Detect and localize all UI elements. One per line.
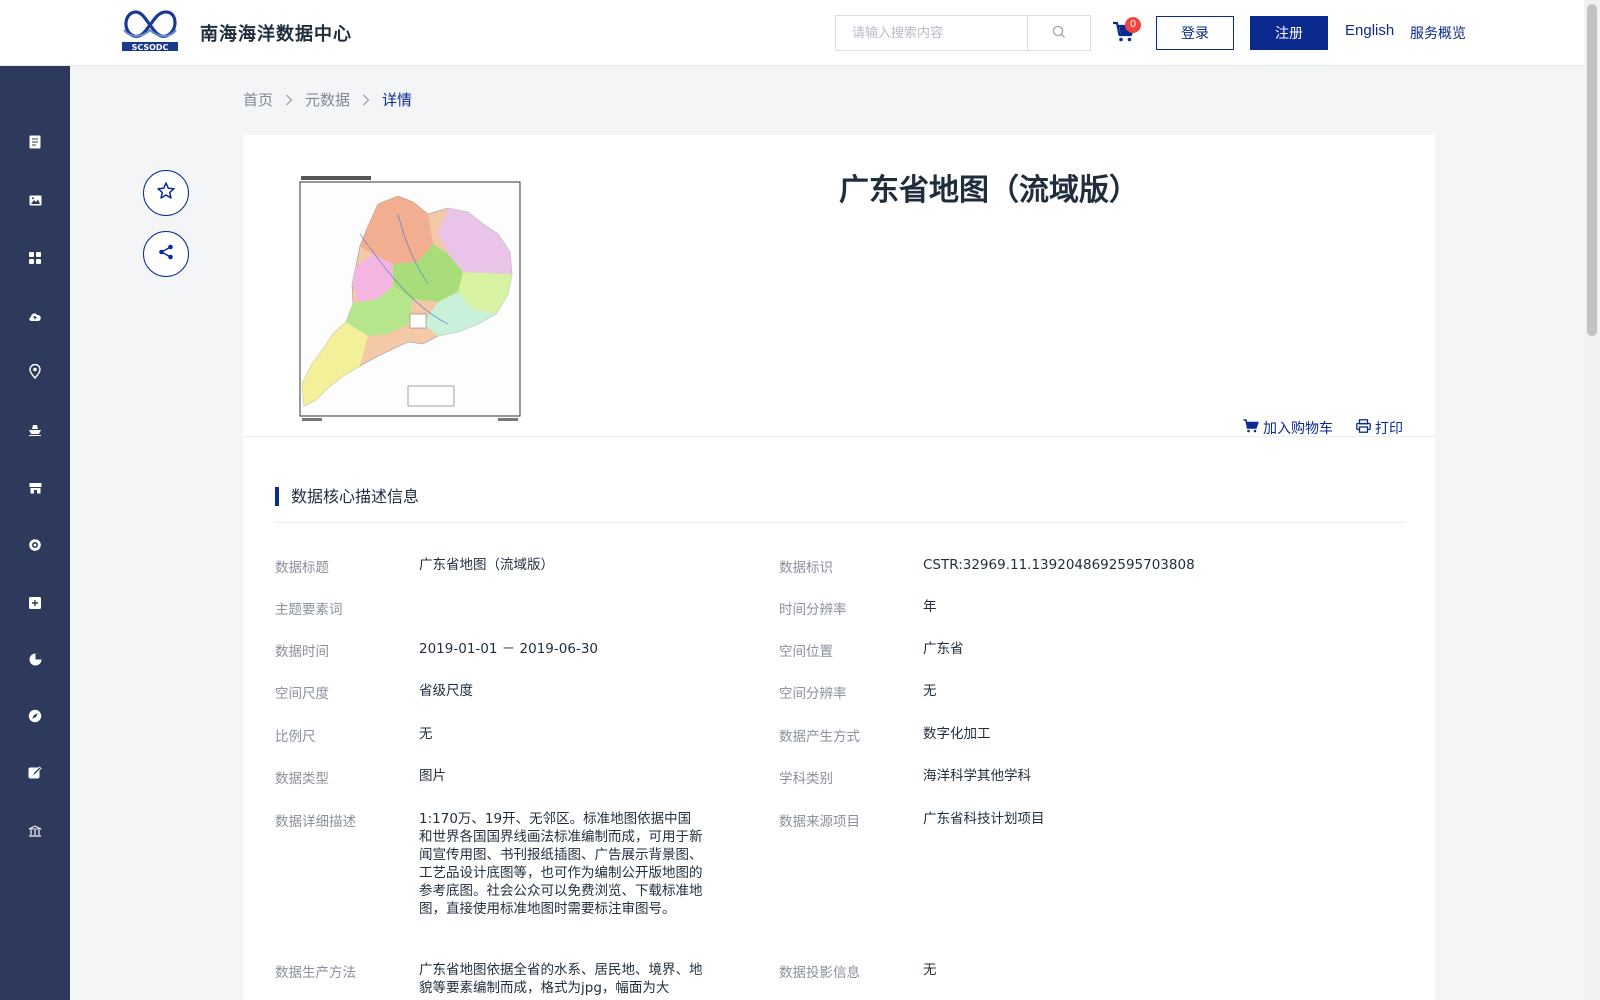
info-label: 空间位置 — [779, 644, 833, 660]
breadcrumb-metadata[interactable]: 元数据 — [305, 89, 350, 110]
pie-chart-icon — [29, 651, 42, 670]
cloud-upload-icon — [28, 307, 42, 326]
info-label: 数据时间 — [275, 644, 329, 660]
register-button[interactable]: 注册 — [1250, 16, 1328, 50]
info-label: 空间分辨率 — [779, 686, 847, 702]
sidebar-item-store[interactable] — [0, 468, 70, 508]
page-scrollbar[interactable] — [1584, 0, 1600, 1000]
info-value: 1:170万、19开、无邻区。标准地图依据中国和世界各国国界线画法标准编制而成，… — [419, 811, 703, 917]
print-button[interactable]: 打印 — [1356, 418, 1403, 438]
cart-icon — [1243, 419, 1263, 437]
favorite-button[interactable] — [143, 170, 189, 216]
info-value: 省级尺度 — [419, 683, 473, 699]
info-value: 广东省地图（流域版） — [419, 557, 554, 573]
info-value: 图片 — [419, 768, 446, 784]
add-to-cart-label: 加入购物车 — [1263, 421, 1333, 437]
service-overview-link[interactable]: 服务概览 — [1410, 23, 1466, 43]
info-label: 数据标题 — [275, 560, 329, 576]
info-label: 学科类别 — [779, 771, 833, 787]
sidebar — [0, 66, 70, 1000]
info-label: 数据详细描述 — [275, 814, 356, 830]
info-label: 比例尺 — [275, 729, 316, 745]
info-value: 无 — [923, 683, 937, 699]
info-value: 海洋科学其他学科 — [923, 768, 1031, 784]
info-label: 数据类型 — [275, 771, 329, 787]
info-label: 数据来源项目 — [779, 814, 860, 830]
sidebar-item-target[interactable] — [0, 526, 70, 566]
print-label: 打印 — [1375, 421, 1403, 437]
document-icon — [29, 134, 41, 153]
info-value: 广东省科技计划项目 — [923, 811, 1045, 827]
info-label: 数据产生方式 — [779, 729, 860, 745]
dataset-title: 广东省地图（流域版） — [839, 173, 1139, 208]
top-header: SCSODC 南海海洋数据中心 0 登录 注册 English 服务概览 — [0, 0, 1584, 66]
search-input[interactable] — [836, 16, 1027, 50]
sidebar-item-explore[interactable] — [0, 697, 70, 737]
grid-icon — [29, 249, 41, 268]
sidebar-item-location[interactable] — [0, 353, 70, 393]
search-icon — [1052, 24, 1066, 43]
sidebar-item-ship[interactable] — [0, 410, 70, 450]
info-value: 年 — [923, 599, 937, 615]
info-value: 2019-01-01 － 2019-06-30 — [419, 641, 598, 657]
dataset-header: 广东省地图（流域版） 加入购物车 打印 — [243, 135, 1435, 437]
sidebar-item-institution[interactable] — [0, 811, 70, 851]
sidebar-item-documents[interactable] — [0, 123, 70, 163]
compass-icon — [28, 708, 42, 727]
chevron-right-icon — [285, 94, 293, 106]
search-button[interactable] — [1027, 16, 1090, 50]
language-switch-link[interactable]: English — [1345, 22, 1394, 39]
section-divider — [275, 522, 1405, 523]
info-label: 时间分辨率 — [779, 602, 847, 618]
sidebar-item-grid[interactable] — [0, 238, 70, 278]
breadcrumb-home[interactable]: 首页 — [243, 89, 273, 110]
cart-count-badge: 0 — [1125, 17, 1141, 33]
breadcrumb: 首页 元数据 详情 — [243, 89, 412, 110]
building-icon — [28, 822, 42, 841]
share-icon — [157, 243, 175, 265]
target-icon — [28, 537, 42, 556]
sidebar-item-add[interactable] — [0, 583, 70, 623]
cart-button[interactable]: 0 — [1112, 17, 1142, 46]
info-value: 无 — [923, 962, 937, 978]
info-label: 数据生产方法 — [275, 965, 356, 981]
info-label: 空间尺度 — [275, 686, 329, 702]
ship-icon — [28, 421, 42, 440]
printer-icon — [1356, 419, 1375, 437]
info-label: 数据标识 — [779, 560, 833, 576]
add-to-cart-button[interactable]: 加入购物车 — [1243, 418, 1333, 438]
info-value: CSTR:32969.11.1392048692595703808 — [923, 557, 1195, 573]
star-icon — [156, 181, 176, 205]
image-icon — [29, 191, 42, 210]
chevron-right-icon — [362, 94, 370, 106]
info-value: 广东省地图依据全省的水系、居民地、境界、地貌等要素编制而成，格式为jpg，幅面为… — [419, 962, 703, 996]
sidebar-item-statistics[interactable] — [0, 640, 70, 680]
scrollbar-thumb[interactable] — [1587, 4, 1597, 336]
share-button[interactable] — [143, 231, 189, 277]
dataset-detail-card: 广东省地图（流域版） 加入购物车 打印 数据核心描述信息 数据标题 广东省地图（… — [243, 135, 1435, 1000]
breadcrumb-current: 详情 — [382, 91, 413, 109]
section-title: 数据核心描述信息 — [275, 487, 419, 506]
info-label: 主题要素词 — [275, 602, 343, 618]
info-label: 数据投影信息 — [779, 965, 860, 981]
sidebar-item-edit[interactable] — [0, 754, 70, 794]
site-logo[interactable]: SCSODC — [120, 8, 180, 54]
search-box — [835, 15, 1091, 51]
store-icon — [29, 479, 42, 498]
login-button[interactable]: 登录 — [1156, 16, 1234, 50]
sidebar-item-images[interactable] — [0, 180, 70, 220]
site-title: 南海海洋数据中心 — [200, 24, 352, 45]
dataset-thumbnail[interactable] — [298, 174, 522, 426]
svg-text:SCSODC: SCSODC — [132, 43, 169, 52]
plus-box-icon — [29, 594, 41, 613]
info-value: 无 — [419, 726, 433, 742]
location-pin-icon — [29, 363, 41, 383]
edit-icon — [28, 765, 42, 784]
info-value: 广东省 — [923, 641, 964, 657]
sidebar-item-upload[interactable] — [0, 296, 70, 336]
info-value: 数字化加工 — [923, 726, 991, 742]
